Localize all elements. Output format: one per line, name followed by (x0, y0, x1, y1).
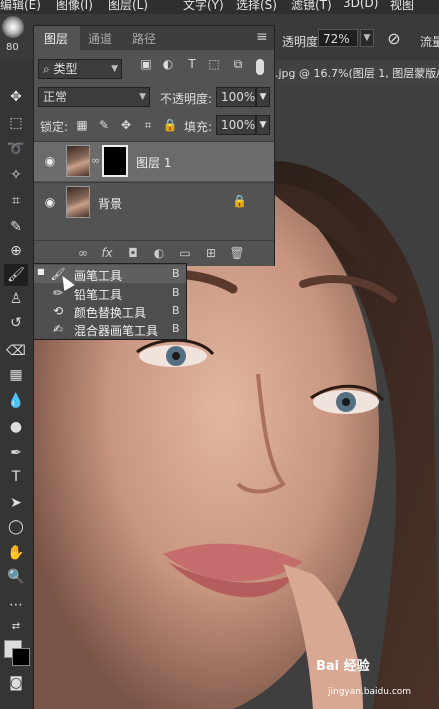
brush-preview-icon (2, 16, 24, 38)
more-tools-icon[interactable]: ⋯ (4, 594, 28, 616)
shape-tool-icon[interactable]: ◯ (4, 516, 28, 538)
link-layers-icon[interactable]: ∞ (74, 245, 92, 261)
visibility-eye-icon[interactable]: ◉ (42, 195, 58, 209)
new-adjustment-layer-icon[interactable]: ◐ (150, 245, 168, 261)
background-color-swatch[interactable] (12, 648, 30, 666)
menu-bar: 编辑(E) 图像(I) 图层(L) 文字(Y) 选择(S) 滤镜(T) 3D(D… (0, 0, 439, 14)
lock-label: 锁定: (40, 120, 69, 134)
layers-panel: 图层 通道 路径 ≡ ⌕ 类型 ▼ ▣ ◐ T ⬚ ⧉ 正常 ▼ 不透明度: 1… (33, 25, 275, 266)
blend-mode-select[interactable]: 正常 ▼ (38, 87, 150, 107)
quick-mask-icon[interactable]: ◙ (4, 672, 28, 694)
flyout-item-pencil[interactable]: ✏ 铅笔工具 B (34, 284, 186, 302)
watermark-url: jingyan.baidu.com (328, 687, 412, 697)
panel-menu-icon[interactable]: ≡ (256, 29, 268, 45)
brush-preset-picker[interactable]: 80 (0, 14, 30, 60)
opacity-dropdown-icon[interactable]: ▼ (360, 29, 374, 47)
document-title: .jpg @ 16.7%(图层 1, 图层蒙版/ (275, 67, 439, 80)
visibility-eye-icon[interactable]: ◉ (42, 154, 58, 168)
opacity-input[interactable]: 72% (318, 29, 358, 47)
flow-label: 流量 (420, 35, 439, 49)
filter-toggle[interactable] (256, 59, 264, 75)
panel-tab-bar: 图层 通道 路径 ≡ (34, 26, 274, 50)
layer-opacity-input[interactable]: 100% (216, 87, 256, 107)
eyedropper-tool-icon[interactable]: ✎ (4, 216, 28, 238)
hand-tool-icon[interactable]: ✋ (4, 542, 28, 564)
crop-tool-icon[interactable]: ⌗ (4, 190, 28, 212)
mask-link-icon[interactable]: ∞ (91, 154, 100, 167)
selected-bullet-icon: ■ (37, 267, 45, 276)
gradient-tool-icon[interactable]: ▦ (4, 364, 28, 386)
brush-tool-flyout: ■ 🖌 画笔工具 B ✏ 铅笔工具 B ⟲ 颜色替换工具 B ✍ 混合器画笔工具… (33, 263, 187, 340)
menu-edit[interactable]: 编辑(E) (0, 0, 41, 13)
layer-filter-select[interactable]: ⌕ 类型 ▼ (38, 59, 122, 79)
fill-input[interactable]: 100% (216, 115, 256, 135)
marquee-tool-icon[interactable]: ⬚ (4, 112, 28, 134)
filter-smart-object-icon[interactable]: ⧉ (230, 56, 246, 72)
flyout-item-mixer-brush[interactable]: ✍ 混合器画笔工具 B (34, 320, 186, 338)
layer-row[interactable]: ◉ 背景 🔒 (34, 182, 274, 222)
filter-adjustment-icon[interactable]: ◐ (160, 56, 176, 72)
layer-row[interactable]: ◉ ∞ 图层 1 (34, 141, 274, 181)
layer-opacity-dropdown-icon[interactable]: ▼ (256, 87, 270, 107)
path-selection-tool-icon[interactable]: ➤ (4, 492, 28, 514)
layer-mask-thumbnail[interactable] (102, 145, 128, 177)
menu-filter[interactable]: 滤镜(T) (291, 0, 332, 13)
menu-3d[interactable]: 3D(D) (343, 0, 378, 10)
new-group-icon[interactable]: ▭ (176, 245, 194, 261)
type-tool-icon[interactable]: T (4, 466, 28, 488)
lock-image-icon[interactable]: ✎ (96, 117, 112, 133)
brush-tool-icon[interactable]: 🖌 (4, 264, 28, 286)
menu-view[interactable]: 视图 (390, 0, 414, 13)
lock-all-icon[interactable]: 🔒 (162, 117, 178, 133)
layer-thumbnail (66, 186, 90, 218)
brush-size-value: 80 (6, 42, 19, 53)
color-replace-icon: ⟲ (52, 304, 64, 318)
tab-paths[interactable]: 路径 (132, 30, 156, 47)
menu-layer[interactable]: 图层(L) (108, 0, 148, 13)
lock-icon: 🔒 (232, 194, 247, 208)
filter-type-icon[interactable]: T (184, 56, 200, 72)
fill-label: 填充: (184, 120, 213, 134)
lock-transparent-icon[interactable]: ▦ (74, 117, 90, 133)
swap-colors-icon[interactable]: ⇄ (4, 616, 28, 638)
menu-type[interactable]: 文字(Y) (183, 0, 224, 13)
add-layer-style-button[interactable]: fx (98, 245, 116, 261)
watermark-brand: Bai 经验 (316, 659, 370, 674)
magic-wand-tool-icon[interactable]: ✧ (4, 164, 28, 186)
search-icon: ⌕ (43, 62, 54, 76)
filter-pixel-icon[interactable]: ▣ (138, 56, 154, 72)
layer-thumbnail (66, 145, 90, 177)
lock-artboard-icon[interactable]: ⌗ (140, 117, 156, 133)
eraser-tool-icon[interactable]: ⌫ (4, 340, 28, 362)
blur-tool-icon[interactable]: 💧 (4, 390, 28, 412)
tools-panel: ✥ ⬚ ➰ ✧ ⌗ ✎ ⊕ 🖌 ♙ ↺ ⌫ ▦ 💧 ● ✒ T ➤ ◯ ✋ 🔍 … (0, 60, 34, 709)
flyout-item-brush[interactable]: ■ 🖌 画笔工具 B (34, 265, 186, 283)
layer-name[interactable]: 图层 1 (136, 154, 171, 171)
opacity-label: 透明度: (282, 35, 323, 49)
add-mask-icon[interactable]: ◘ (124, 245, 142, 261)
lock-position-icon[interactable]: ✥ (118, 117, 134, 133)
flyout-item-color-replace[interactable]: ⟲ 颜色替换工具 B (34, 302, 186, 320)
pressure-opacity-icon[interactable]: ⊘ (384, 29, 404, 49)
document-tab[interactable]: .jpg @ 16.7%(图层 1, 图层蒙版/ (275, 60, 439, 85)
lasso-tool-icon[interactable]: ➰ (4, 138, 28, 160)
tab-layers[interactable]: 图层 (44, 30, 68, 47)
history-brush-tool-icon[interactable]: ↺ (4, 312, 28, 334)
layer-opacity-label: 不透明度: (160, 92, 213, 106)
fill-dropdown-icon[interactable]: ▼ (256, 115, 270, 135)
zoom-tool-icon[interactable]: 🔍 (4, 566, 28, 588)
healing-brush-tool-icon[interactable]: ⊕ (4, 240, 28, 262)
menu-image[interactable]: 图像(I) (56, 0, 93, 13)
new-layer-icon[interactable]: ⊞ (202, 245, 220, 261)
mixer-brush-icon: ✍ (52, 322, 64, 336)
move-tool-icon[interactable]: ✥ (4, 86, 28, 108)
filter-shape-icon[interactable]: ⬚ (206, 56, 222, 72)
pen-tool-icon[interactable]: ✒ (4, 442, 28, 464)
stamp-tool-icon[interactable]: ♙ (4, 288, 28, 310)
layer-name[interactable]: 背景 (98, 195, 122, 212)
dodge-tool-icon[interactable]: ● (4, 416, 28, 438)
tab-channels[interactable]: 通道 (88, 30, 112, 47)
delete-layer-icon[interactable]: 🗑 (228, 245, 246, 261)
menu-select[interactable]: 选择(S) (236, 0, 277, 13)
